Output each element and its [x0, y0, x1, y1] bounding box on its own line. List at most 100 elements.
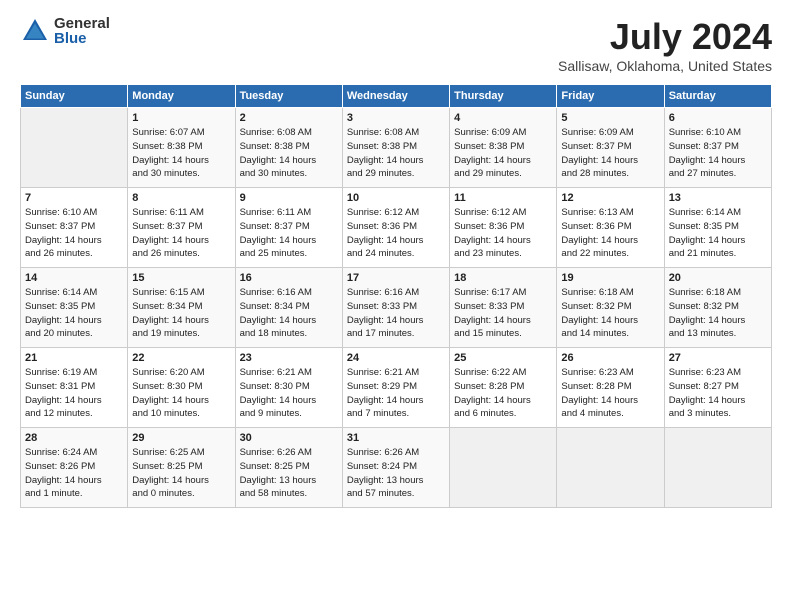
day-info: Sunrise: 6:26 AMSunset: 8:24 PMDaylight:…: [347, 446, 445, 501]
logo: General Blue: [20, 16, 110, 46]
day-cell: 11Sunrise: 6:12 AMSunset: 8:36 PMDayligh…: [450, 188, 557, 268]
day-number: 24: [347, 352, 445, 364]
day-number: 28: [25, 432, 123, 444]
day-info: Sunrise: 6:12 AMSunset: 8:36 PMDaylight:…: [454, 206, 552, 261]
day-cell: 6 Sunrise: 6:10 AMSunset: 8:37 PMDaylight…: [664, 108, 771, 188]
day-info: Sunrise: 6:07 AMSunset: 8:38 PMDaylight:…: [132, 126, 230, 181]
page-header: General Blue July 2024 Sallisaw, Oklahom…: [20, 16, 772, 74]
day-number: 18: [454, 272, 552, 284]
day-info: Sunrise: 6:23 AMSunset: 8:28 PMDaylight:…: [561, 366, 659, 421]
day-info: Sunrise: 6:14 AMSunset: 8:35 PMDaylight:…: [669, 206, 767, 261]
day-info: Sunrise: 6:17 AMSunset: 8:33 PMDaylight:…: [454, 286, 552, 341]
day-info: Sunrise: 6:15 AMSunset: 8:34 PMDaylight:…: [132, 286, 230, 341]
day-cell: 2 Sunrise: 6:08 AMSunset: 8:38 PMDaylight…: [235, 108, 342, 188]
day-cell: 9 Sunrise: 6:11 AMSunset: 8:37 PMDaylight…: [235, 188, 342, 268]
day-info: Sunrise: 6:11 AMSunset: 8:37 PMDaylight:…: [132, 206, 230, 261]
day-cell: 26 Sunrise: 6:23 AMSunset: 8:28 PMDayligh…: [557, 348, 664, 428]
day-number: 30: [240, 432, 338, 444]
day-cell: [450, 428, 557, 508]
day-info: Sunrise: 6:08 AMSunset: 8:38 PMDaylight:…: [347, 126, 445, 181]
week-row-2: 7 Sunrise: 6:10 AMSunset: 8:37 PMDaylight…: [21, 188, 772, 268]
day-info: Sunrise: 6:25 AMSunset: 8:25 PMDaylight:…: [132, 446, 230, 501]
day-cell: 15 Sunrise: 6:15 AMSunset: 8:34 PMDayligh…: [128, 268, 235, 348]
day-cell: 12 Sunrise: 6:13 AMSunset: 8:36 PMDayligh…: [557, 188, 664, 268]
header-cell-friday: Friday: [557, 85, 664, 108]
day-cell: 7 Sunrise: 6:10 AMSunset: 8:37 PMDaylight…: [21, 188, 128, 268]
day-info: Sunrise: 6:23 AMSunset: 8:27 PMDaylight:…: [669, 366, 767, 421]
day-info: Sunrise: 6:10 AMSunset: 8:37 PMDaylight:…: [669, 126, 767, 181]
day-cell: 28 Sunrise: 6:24 AMSunset: 8:26 PMDayligh…: [21, 428, 128, 508]
day-cell: 10Sunrise: 6:12 AMSunset: 8:36 PMDayligh…: [342, 188, 449, 268]
day-cell: 8Sunrise: 6:11 AMSunset: 8:37 PMDaylight…: [128, 188, 235, 268]
day-cell: [21, 108, 128, 188]
day-number: 1: [132, 112, 230, 124]
day-number: 6: [669, 112, 767, 124]
day-number: 23: [240, 352, 338, 364]
day-number: 27: [669, 352, 767, 364]
week-row-3: 14 Sunrise: 6:14 AMSunset: 8:35 PMDayligh…: [21, 268, 772, 348]
day-number: 4: [454, 112, 552, 124]
header-cell-monday: Monday: [128, 85, 235, 108]
week-row-4: 21Sunrise: 6:19 AMSunset: 8:31 PMDayligh…: [21, 348, 772, 428]
day-info: Sunrise: 6:10 AMSunset: 8:37 PMDaylight:…: [25, 206, 123, 261]
day-cell: [557, 428, 664, 508]
day-number: 21: [25, 352, 123, 364]
day-info: Sunrise: 6:09 AMSunset: 8:38 PMDaylight:…: [454, 126, 552, 181]
day-info: Sunrise: 6:18 AMSunset: 8:32 PMDaylight:…: [561, 286, 659, 341]
day-number: 12: [561, 192, 659, 204]
day-info: Sunrise: 6:11 AMSunset: 8:37 PMDaylight:…: [240, 206, 338, 261]
header-cell-sunday: Sunday: [21, 85, 128, 108]
day-number: 5: [561, 112, 659, 124]
subtitle: Sallisaw, Oklahoma, United States: [558, 58, 772, 74]
day-info: Sunrise: 6:14 AMSunset: 8:35 PMDaylight:…: [25, 286, 123, 341]
logo-general: General: [54, 16, 110, 31]
main-title: July 2024: [558, 16, 772, 58]
day-number: 13: [669, 192, 767, 204]
day-number: 14: [25, 272, 123, 284]
title-block: July 2024 Sallisaw, Oklahoma, United Sta…: [558, 16, 772, 74]
day-info: Sunrise: 6:21 AMSunset: 8:30 PMDaylight:…: [240, 366, 338, 421]
day-number: 16: [240, 272, 338, 284]
header-cell-saturday: Saturday: [664, 85, 771, 108]
day-number: 25: [454, 352, 552, 364]
logo-blue: Blue: [54, 31, 110, 46]
day-info: Sunrise: 6:16 AMSunset: 8:33 PMDaylight:…: [347, 286, 445, 341]
logo-text: General Blue: [54, 16, 110, 46]
day-cell: 22Sunrise: 6:20 AMSunset: 8:30 PMDayligh…: [128, 348, 235, 428]
day-number: 17: [347, 272, 445, 284]
day-cell: 13 Sunrise: 6:14 AMSunset: 8:35 PMDayligh…: [664, 188, 771, 268]
day-number: 31: [347, 432, 445, 444]
day-cell: 27 Sunrise: 6:23 AMSunset: 8:27 PMDayligh…: [664, 348, 771, 428]
day-info: Sunrise: 6:21 AMSunset: 8:29 PMDaylight:…: [347, 366, 445, 421]
calendar-table: SundayMondayTuesdayWednesdayThursdayFrid…: [20, 84, 772, 508]
day-number: 26: [561, 352, 659, 364]
day-number: 20: [669, 272, 767, 284]
day-number: 2: [240, 112, 338, 124]
day-cell: 5 Sunrise: 6:09 AMSunset: 8:37 PMDaylight…: [557, 108, 664, 188]
day-cell: 30Sunrise: 6:26 AMSunset: 8:25 PMDayligh…: [235, 428, 342, 508]
day-cell: 24 Sunrise: 6:21 AMSunset: 8:29 PMDayligh…: [342, 348, 449, 428]
day-cell: 17 Sunrise: 6:16 AMSunset: 8:33 PMDayligh…: [342, 268, 449, 348]
day-info: Sunrise: 6:22 AMSunset: 8:28 PMDaylight:…: [454, 366, 552, 421]
header-cell-wednesday: Wednesday: [342, 85, 449, 108]
day-number: 7: [25, 192, 123, 204]
header-row: SundayMondayTuesdayWednesdayThursdayFrid…: [21, 85, 772, 108]
day-cell: 14 Sunrise: 6:14 AMSunset: 8:35 PMDayligh…: [21, 268, 128, 348]
day-number: 10: [347, 192, 445, 204]
day-cell: 20Sunrise: 6:18 AMSunset: 8:32 PMDayligh…: [664, 268, 771, 348]
day-number: 29: [132, 432, 230, 444]
day-info: Sunrise: 6:24 AMSunset: 8:26 PMDaylight:…: [25, 446, 123, 501]
day-info: Sunrise: 6:16 AMSunset: 8:34 PMDaylight:…: [240, 286, 338, 341]
day-number: 3: [347, 112, 445, 124]
day-cell: 23 Sunrise: 6:21 AMSunset: 8:30 PMDayligh…: [235, 348, 342, 428]
day-info: Sunrise: 6:20 AMSunset: 8:30 PMDaylight:…: [132, 366, 230, 421]
day-info: Sunrise: 6:13 AMSunset: 8:36 PMDaylight:…: [561, 206, 659, 261]
day-number: 15: [132, 272, 230, 284]
header-cell-thursday: Thursday: [450, 85, 557, 108]
week-row-5: 28 Sunrise: 6:24 AMSunset: 8:26 PMDayligh…: [21, 428, 772, 508]
day-cell: [664, 428, 771, 508]
day-cell: 19Sunrise: 6:18 AMSunset: 8:32 PMDayligh…: [557, 268, 664, 348]
day-info: Sunrise: 6:08 AMSunset: 8:38 PMDaylight:…: [240, 126, 338, 181]
day-number: 9: [240, 192, 338, 204]
day-info: Sunrise: 6:09 AMSunset: 8:37 PMDaylight:…: [561, 126, 659, 181]
